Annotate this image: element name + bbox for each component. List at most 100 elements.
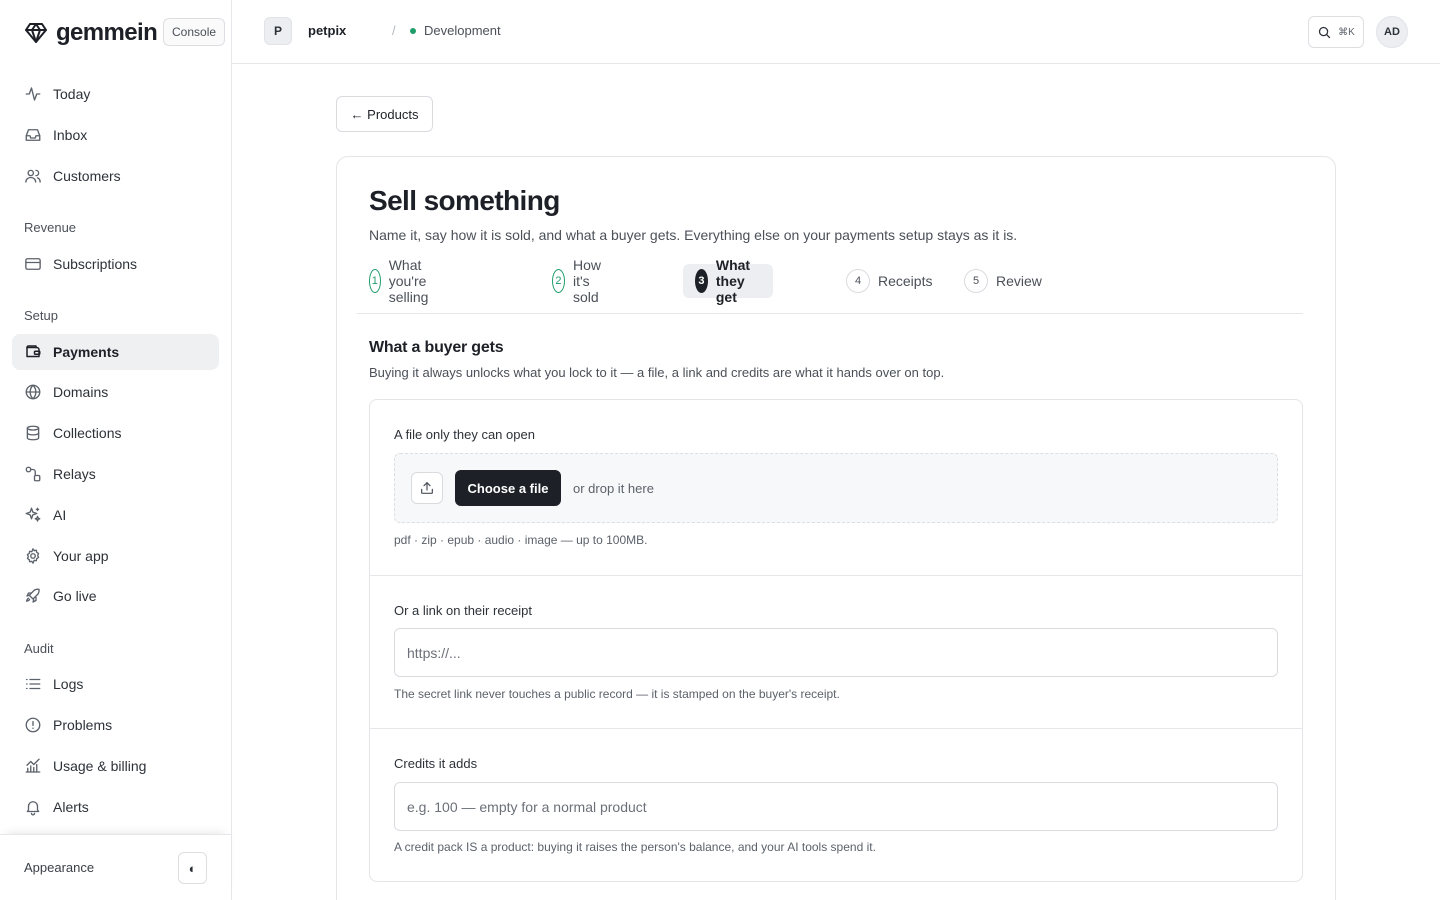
sidebar-item-label: Inbox — [53, 127, 88, 143]
wallet-icon — [24, 343, 42, 361]
step-label: Receipts — [878, 273, 933, 289]
sidebar-item-label: Relays — [53, 466, 96, 482]
gem-logo-icon — [24, 21, 48, 45]
sidebar-item-usage-billing[interactable]: Usage & billing — [12, 748, 219, 784]
list-icon — [24, 675, 42, 693]
environment-label: Development — [424, 23, 501, 38]
step-what-youre-selling[interactable]: 1 What you're selling — [369, 257, 441, 305]
sidebar-item-label: Alerts — [53, 799, 89, 815]
credits-hint: A credit pack IS a product: buying it ra… — [394, 840, 876, 854]
project-avatar[interactable]: P — [264, 17, 292, 45]
card-icon — [24, 255, 42, 273]
sidebar-item-ai[interactable]: AI — [12, 497, 219, 533]
sidebar-item-problems[interactable]: Problems — [12, 707, 219, 743]
step-what-they-get[interactable]: 3 What they get — [683, 257, 774, 305]
sidebar-item-payments[interactable]: Payments — [12, 334, 219, 370]
user-avatar[interactable]: AD — [1376, 16, 1408, 48]
activity-icon — [24, 85, 42, 103]
credits-input[interactable] — [394, 782, 1278, 831]
sidebar-item-label: Usage & billing — [53, 758, 147, 774]
console-badge[interactable]: Console — [163, 18, 226, 46]
drop-hint: or drop it here — [573, 481, 654, 496]
sidebar-item-domains[interactable]: Domains — [12, 374, 219, 410]
sidebar: gemmein Console Today Inbox Customers Re… — [0, 0, 232, 900]
search-shortcut: ⌘K — [1338, 26, 1355, 38]
upload-icon — [419, 480, 435, 496]
breadcrumb-separator: / — [392, 23, 396, 38]
steps-divider — [357, 313, 1303, 314]
step-label: How it's sold — [572, 257, 601, 305]
users-icon — [24, 167, 42, 185]
brand[interactable]: gemmein — [24, 17, 158, 49]
sidebar-item-label: Customers — [53, 168, 121, 184]
sidebar-item-relays[interactable]: Relays — [12, 456, 219, 492]
sell-something-card: Sell something Name it, say how it is so… — [336, 156, 1336, 900]
environment-switcher[interactable]: Development — [410, 23, 501, 38]
half-circle-icon: ◐ — [188, 860, 197, 876]
sidebar-item-label: Problems — [53, 717, 113, 733]
search-icon — [1317, 25, 1332, 40]
sidebar-item-inbox[interactable]: Inbox — [12, 117, 219, 153]
file-field-label: A file only they can open — [394, 427, 535, 442]
sidebar-item-label: Collections — [53, 425, 122, 441]
database-icon — [24, 424, 42, 442]
link-field-label: Or a link on their receipt — [394, 603, 533, 618]
sidebar-item-label: Subscriptions — [53, 256, 138, 272]
choose-file-button[interactable]: Choose a file — [455, 470, 561, 506]
sidebar-item-alerts[interactable]: Alerts — [12, 789, 219, 825]
theme-toggle-button[interactable]: ◐ — [178, 852, 207, 884]
sidebar-item-label: Domains — [53, 384, 109, 400]
search-button[interactable]: ⌘K — [1308, 16, 1364, 48]
step-label: What they get — [715, 257, 751, 305]
rocket-icon — [24, 587, 42, 605]
upload-button[interactable] — [411, 472, 443, 504]
page-subtitle: Name it, say how it is sold, and what a … — [369, 227, 1018, 243]
step-label: Review — [996, 273, 1042, 289]
back-to-products-button[interactable]: ← Products — [336, 96, 433, 132]
step-label: What you're selling — [388, 257, 429, 305]
step-number: 5 — [964, 269, 988, 293]
status-dot-icon — [410, 27, 416, 34]
sidebar-item-logs[interactable]: Logs — [12, 666, 219, 702]
step-number: 4 — [846, 269, 870, 293]
step-review[interactable]: 5 Review — [964, 264, 1042, 298]
sidebar-item-label: Logs — [53, 676, 84, 692]
sidebar-footer: Appearance ◐ — [0, 834, 231, 900]
sidebar-item-label: AI — [53, 507, 67, 523]
section-label-setup: Setup — [24, 308, 58, 323]
section-label-audit: Audit — [24, 641, 54, 656]
section-title: What a buyer gets — [369, 339, 504, 356]
link-hint: The secret link never touches a public r… — [394, 687, 840, 701]
step-number: 1 — [369, 269, 381, 293]
appearance-label: Appearance — [24, 860, 95, 875]
project-name[interactable]: petpix — [308, 23, 346, 38]
sidebar-item-go-live[interactable]: Go live — [12, 578, 219, 614]
step-receipts[interactable]: 4 Receipts — [846, 264, 932, 298]
sidebar-item-collections[interactable]: Collections — [12, 415, 219, 451]
globe-icon — [24, 383, 42, 401]
sidebar-item-your-app[interactable]: Your app — [12, 538, 219, 574]
chart-icon — [24, 757, 42, 775]
gear-icon — [24, 547, 42, 565]
sidebar-item-today[interactable]: Today — [12, 76, 219, 112]
section-label-revenue: Revenue — [24, 220, 77, 235]
sidebar-item-customers[interactable]: Customers — [12, 158, 219, 194]
panel-divider — [370, 728, 1302, 729]
sidebar-item-label: Today — [53, 86, 91, 102]
bell-icon — [24, 798, 42, 816]
credits-field-label: Credits it adds — [394, 756, 478, 771]
file-hint: pdf · zip · epub · audio · image — up to… — [394, 533, 648, 547]
sidebar-item-label: Your app — [53, 548, 109, 564]
step-number: 2 — [552, 269, 565, 293]
brand-name: gemmein — [56, 19, 158, 46]
deliverables-panel: A file only they can open Choose a file … — [369, 399, 1303, 882]
receipt-link-input[interactable] — [394, 628, 1278, 677]
file-dropzone[interactable]: Choose a file or drop it here — [394, 453, 1278, 523]
relay-icon — [24, 465, 42, 483]
page-title: Sell something — [369, 185, 560, 216]
step-how-its-sold[interactable]: 2 How it's sold — [552, 257, 612, 305]
alert-circle-icon — [24, 716, 42, 734]
sidebar-item-subscriptions[interactable]: Subscriptions — [12, 246, 219, 282]
sidebar-item-label: Payments — [53, 344, 120, 360]
sidebar-item-label: Go live — [53, 588, 97, 604]
